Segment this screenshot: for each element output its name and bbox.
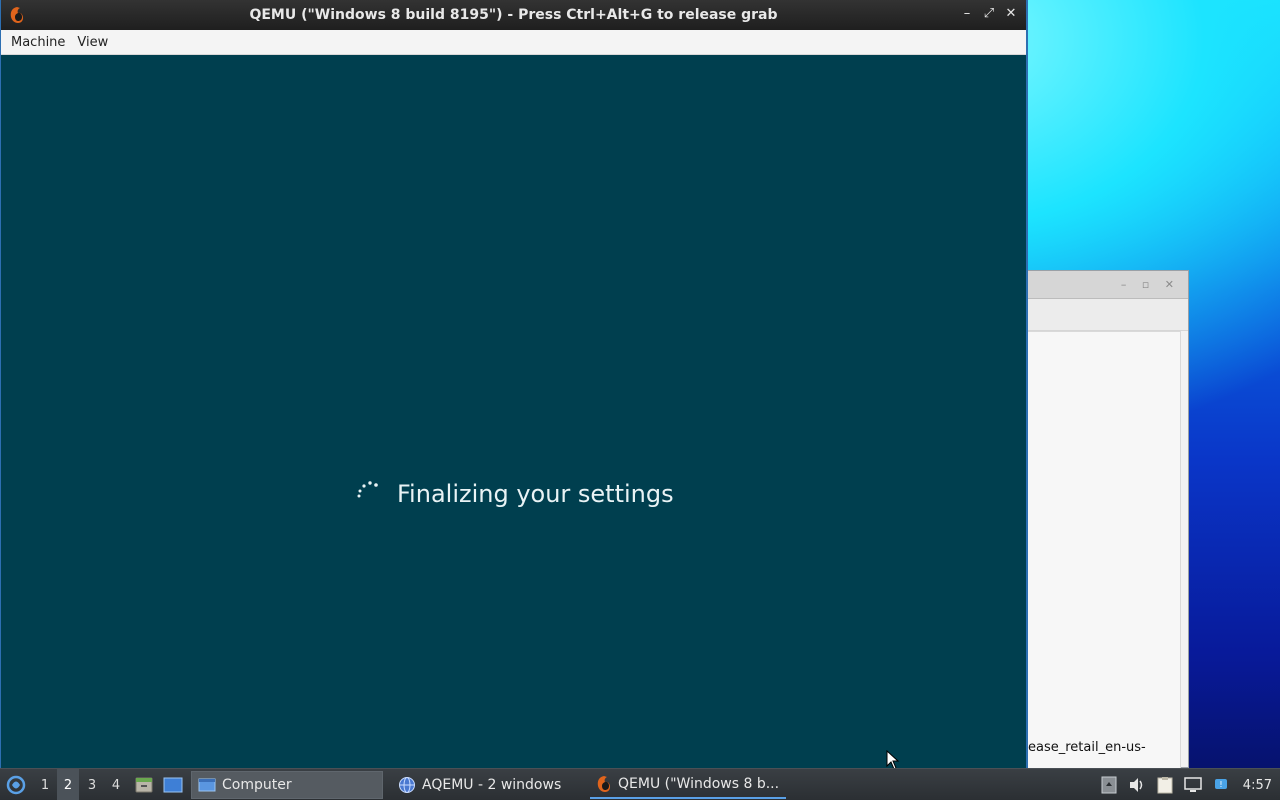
- start-menu-icon: [6, 775, 26, 795]
- window-title: QEMU ("Windows 8 build 8195") - Press Ct…: [249, 7, 778, 23]
- background-window-controls[interactable]: – ▫ ✕: [1121, 278, 1180, 291]
- qemu-titlebar[interactable]: QEMU ("Windows 8 build 8195") - Press Ct…: [1, 0, 1026, 30]
- qemu-window[interactable]: QEMU ("Windows 8 build 8195") - Press Ct…: [0, 0, 1028, 768]
- loading-spinner-icon: [357, 481, 378, 498]
- background-window-toolbar: [1011, 299, 1188, 331]
- volume-icon[interactable]: [1127, 775, 1147, 795]
- vm-display[interactable]: Finalizing your settings: [1, 55, 1026, 768]
- svg-text:!: !: [1219, 780, 1222, 789]
- clock[interactable]: 4:57: [1243, 778, 1272, 793]
- task-qemu-label: QEMU ("Windows 8 b...: [618, 776, 780, 792]
- workspace-4[interactable]: 4: [105, 769, 127, 800]
- workspace-1[interactable]: 1: [34, 769, 56, 800]
- system-tray: ! 4:57: [1099, 769, 1280, 800]
- computer-folder-icon: [198, 778, 216, 792]
- clipboard-icon[interactable]: [1155, 775, 1175, 795]
- background-window-filename[interactable]: ease_retail_en-us-: [1028, 740, 1146, 755]
- menu-view[interactable]: View: [71, 35, 114, 50]
- display-icon[interactable]: [1183, 775, 1203, 795]
- background-window-panel: ease_retail_en-us-: [1011, 331, 1181, 769]
- task-aqemu[interactable]: AQEMU - 2 windows: [392, 771, 582, 799]
- desktop-icon: [163, 777, 183, 793]
- aqemu-globe-icon: [399, 777, 415, 793]
- task-aqemu-label: AQEMU - 2 windows: [422, 777, 562, 793]
- background-window-titlebar[interactable]: – ▫ ✕: [1011, 271, 1188, 299]
- menu-machine[interactable]: Machine: [5, 35, 71, 50]
- menubar: Machine View: [1, 30, 1026, 55]
- storage-icon[interactable]: [1099, 775, 1119, 795]
- qemu-icon: [597, 776, 610, 792]
- network-icon[interactable]: !: [1211, 775, 1231, 795]
- file-cabinet-icon: [135, 777, 153, 793]
- file-manager-launcher[interactable]: [134, 769, 154, 800]
- task-computer-label: Computer: [222, 777, 292, 793]
- mouse-cursor-icon: [886, 750, 900, 770]
- task-qemu[interactable]: QEMU ("Windows 8 b...: [590, 771, 786, 799]
- maximize-button[interactable]: ⤢: [980, 5, 998, 23]
- task-computer[interactable]: Computer: [191, 771, 383, 799]
- workspace-3[interactable]: 3: [81, 769, 103, 800]
- taskbar: 1 2 3 4 Computer AQEMU - 2 windows QEMU …: [0, 768, 1280, 800]
- close-button[interactable]: ✕: [1002, 5, 1020, 23]
- start-menu-button[interactable]: [4, 769, 28, 800]
- minimize-button[interactable]: –: [958, 5, 976, 23]
- workspace-2[interactable]: 2: [57, 769, 79, 800]
- vm-status-text: Finalizing your settings: [397, 480, 674, 508]
- background-window[interactable]: – ▫ ✕ ease_retail_en-us-: [1010, 270, 1189, 769]
- show-desktop-button[interactable]: [162, 769, 184, 800]
